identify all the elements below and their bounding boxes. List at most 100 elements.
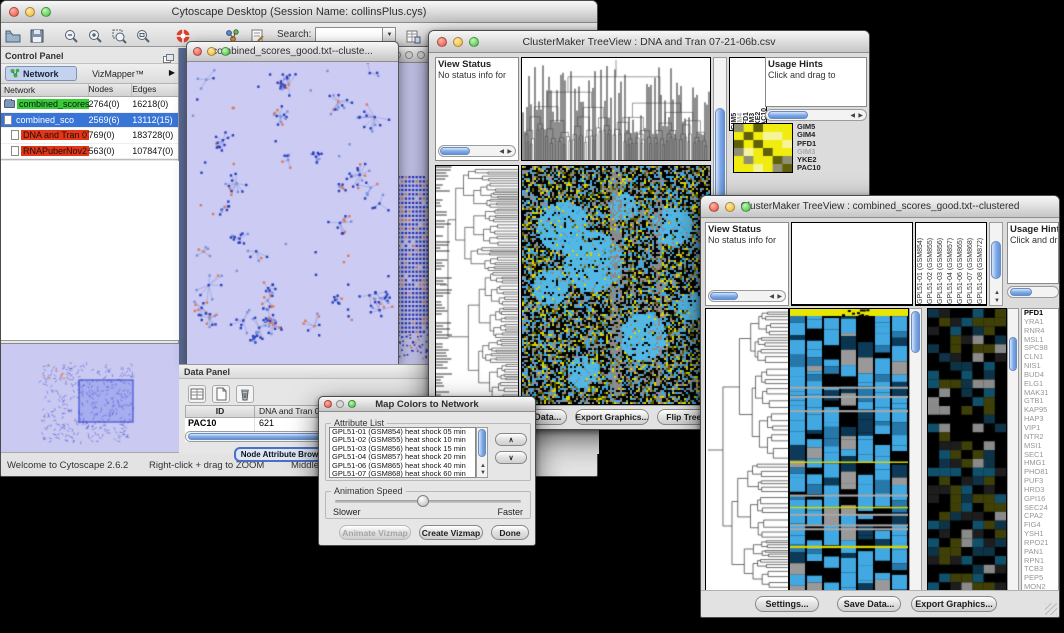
usage-hints-text: Click and drag to (766, 70, 866, 80)
zoom-in-icon[interactable] (86, 27, 104, 45)
search-input[interactable] (315, 27, 383, 42)
zoom-button[interactable] (469, 37, 479, 47)
zoom-fit-icon[interactable] (134, 27, 152, 45)
tab-network[interactable]: Network (5, 66, 77, 81)
matrix-row-label[interactable]: PAC10 (797, 164, 867, 172)
search-dropdown-arrow[interactable]: ▼ (383, 27, 396, 42)
close-button[interactable] (437, 37, 447, 47)
col-edges[interactable]: Edges (132, 84, 178, 96)
birdseye-canvas[interactable] (1, 344, 177, 453)
network-tree-space[interactable] (1, 161, 179, 341)
search-grid-icon[interactable] (404, 27, 422, 45)
tv2-zoom-heatmap[interactable] (927, 308, 1007, 592)
tv1-heatmap[interactable] (521, 165, 711, 405)
move-down-button[interactable]: ∨ (495, 451, 527, 464)
tv1-array-labels[interactable]: GIM5GIM4PFD1GIM3YKE2PAC10 (729, 57, 767, 131)
array-label[interactable]: GPL51-08 (GSM872) (977, 223, 987, 304)
view-status-scrollbar[interactable]: ◀▶ (708, 290, 786, 302)
animation-slider-thumb[interactable] (417, 495, 429, 507)
tv1-array-dendrogram[interactable] (521, 57, 711, 161)
main-window-title: Cytoscape Desktop (Session Name: collins… (1, 6, 597, 18)
attribute-list-scrollbar[interactable]: ▲▼ (476, 427, 488, 478)
array-label[interactable]: GPL51-07 (GSM868) (967, 223, 977, 304)
settings-button[interactable]: Settings... (755, 596, 819, 612)
tv2-labels-scrollbar[interactable]: ▲▼ (989, 222, 1003, 306)
network-row[interactable]: combined_scores2764(0)16218(0) (1, 97, 178, 113)
array-label[interactable]: GPL51-04 (GSM857) (947, 223, 957, 304)
tv1-zoom-matrix[interactable] (733, 123, 793, 173)
view-status-scrollbar[interactable]: ◀▶ (438, 145, 516, 157)
tv2-gene-dendrogram[interactable] (705, 308, 789, 592)
export-graphics-button[interactable]: Export Graphics... (575, 409, 649, 425)
zoom-out-icon[interactable] (62, 27, 80, 45)
network-window-1-titlebar[interactable]: combined_scores_good.txt--cluste... (187, 42, 398, 62)
tv1-usage-hints-panel: Usage Hints Click and drag to (765, 57, 867, 107)
tv1-gene-dendrogram[interactable] (435, 165, 519, 405)
col-network[interactable]: Network (1, 84, 89, 96)
network-row[interactable]: RNAPuberNov2+563(0)107847(0) (1, 144, 178, 160)
array-label[interactable]: GPL51-01 (GSM854) (917, 223, 927, 304)
animate-vizmap-button[interactable]: Animate Vizmap (339, 525, 411, 540)
minimize-button[interactable] (336, 400, 344, 408)
resize-grip[interactable] (1045, 603, 1057, 615)
control-panel-tabs: Network VizMapper™ ▶ (1, 64, 178, 84)
zoom-button[interactable] (221, 47, 230, 56)
new-attribute-icon[interactable] (212, 385, 230, 403)
tv2-zoom-scrollbar[interactable] (1007, 308, 1019, 592)
save-data-button[interactable]: Save Data... (837, 596, 901, 612)
zoom-button[interactable] (348, 400, 356, 408)
minimize-button[interactable] (207, 47, 216, 56)
zoom-button[interactable] (417, 51, 425, 59)
attribute-item[interactable]: GPL51-07 (GSM868) heat shock 60 min (330, 470, 475, 478)
tv1-usage-scrollbar[interactable]: ◀▶ (765, 109, 867, 121)
minimize-button[interactable] (405, 51, 413, 59)
network-row[interactable]: combined_sco2569(6)13112(15) (1, 113, 178, 129)
network-name: combined_scores (17, 99, 89, 109)
tv2-gene-list[interactable]: PFD1YRA1RNR4MSL1SPC98CLN1NIS1BUD4ELG1MAK… (1021, 308, 1059, 592)
save-icon[interactable] (28, 27, 46, 45)
tv2-usage-scrollbar[interactable] (1007, 286, 1059, 298)
data-id: PAC10 (185, 418, 255, 430)
minimize-button[interactable] (725, 202, 735, 212)
tv1-matrix-row-labels[interactable]: GIM5GIM4PFD1GIM3YKE2PAC10 (797, 123, 867, 175)
create-vizmap-button[interactable]: Create Vizmap (419, 525, 483, 540)
tv2-global-heatmap[interactable] (789, 308, 909, 592)
minimize-button[interactable] (453, 37, 463, 47)
zoom-selected-icon[interactable] (110, 27, 128, 45)
array-label[interactable]: GPL51-03 (GSM856) (937, 223, 947, 304)
close-button[interactable] (709, 202, 719, 212)
map-dialog-titlebar[interactable]: Map Colors to Network (319, 397, 535, 412)
zoom-button[interactable] (741, 202, 751, 212)
close-button[interactable] (324, 400, 332, 408)
tabs-more-button[interactable]: ▶ (169, 68, 175, 77)
data-col-id[interactable]: ID (185, 405, 255, 418)
array-label[interactable]: GPL51-02 (GSM855) (927, 223, 937, 304)
attribute-select-icon[interactable] (188, 385, 206, 403)
close-button[interactable] (193, 47, 202, 56)
tv2-global-scrollbar[interactable] (909, 308, 922, 592)
export-graphics-button[interactable]: Export Graphics... (911, 596, 997, 612)
treeview1-titlebar[interactable]: ClusterMaker TreeView : DNA and Tran 07-… (429, 31, 869, 53)
tv2-view-status-panel: View Status No status info for ◀▶ (705, 222, 789, 306)
file-icon (4, 115, 12, 125)
delete-attribute-icon[interactable] (236, 385, 254, 403)
done-button[interactable]: Done (491, 525, 529, 540)
main-window-titlebar[interactable]: Cytoscape Desktop (Session Name: collins… (1, 1, 597, 23)
desktop: { "colors": { "desktop_bg": "#000000", "… (0, 0, 1064, 633)
open-folder-icon[interactable] (4, 27, 22, 45)
col-nodes[interactable]: Nodes (89, 84, 133, 96)
view-status-title: View Status (436, 58, 518, 70)
array-label[interactable]: GPL51-06 (GSM865) (957, 223, 967, 304)
birdseye-view[interactable] (1, 343, 179, 454)
network-canvas-1[interactable] (187, 63, 398, 364)
minimize-button[interactable] (25, 7, 35, 17)
zoom-button[interactable] (41, 7, 51, 17)
close-button[interactable] (9, 7, 19, 17)
move-up-button[interactable]: ∧ (495, 433, 527, 446)
tv2-array-dendrogram[interactable] (791, 222, 913, 306)
treeview2-titlebar[interactable]: ClusterMaker TreeView : combined_scores_… (701, 196, 1059, 218)
tab-vizmapper[interactable]: VizMapper™ (83, 66, 153, 81)
attribute-list[interactable]: GPL51-01 (GSM854) heat shock 05 minGPL51… (329, 427, 476, 478)
network-row[interactable]: DNA and Tran 07769(0)183728(0) (1, 128, 178, 144)
tv2-array-labels[interactable]: GPL51-01 (GSM854)GPL51-02 (GSM855)GPL51-… (915, 222, 987, 306)
